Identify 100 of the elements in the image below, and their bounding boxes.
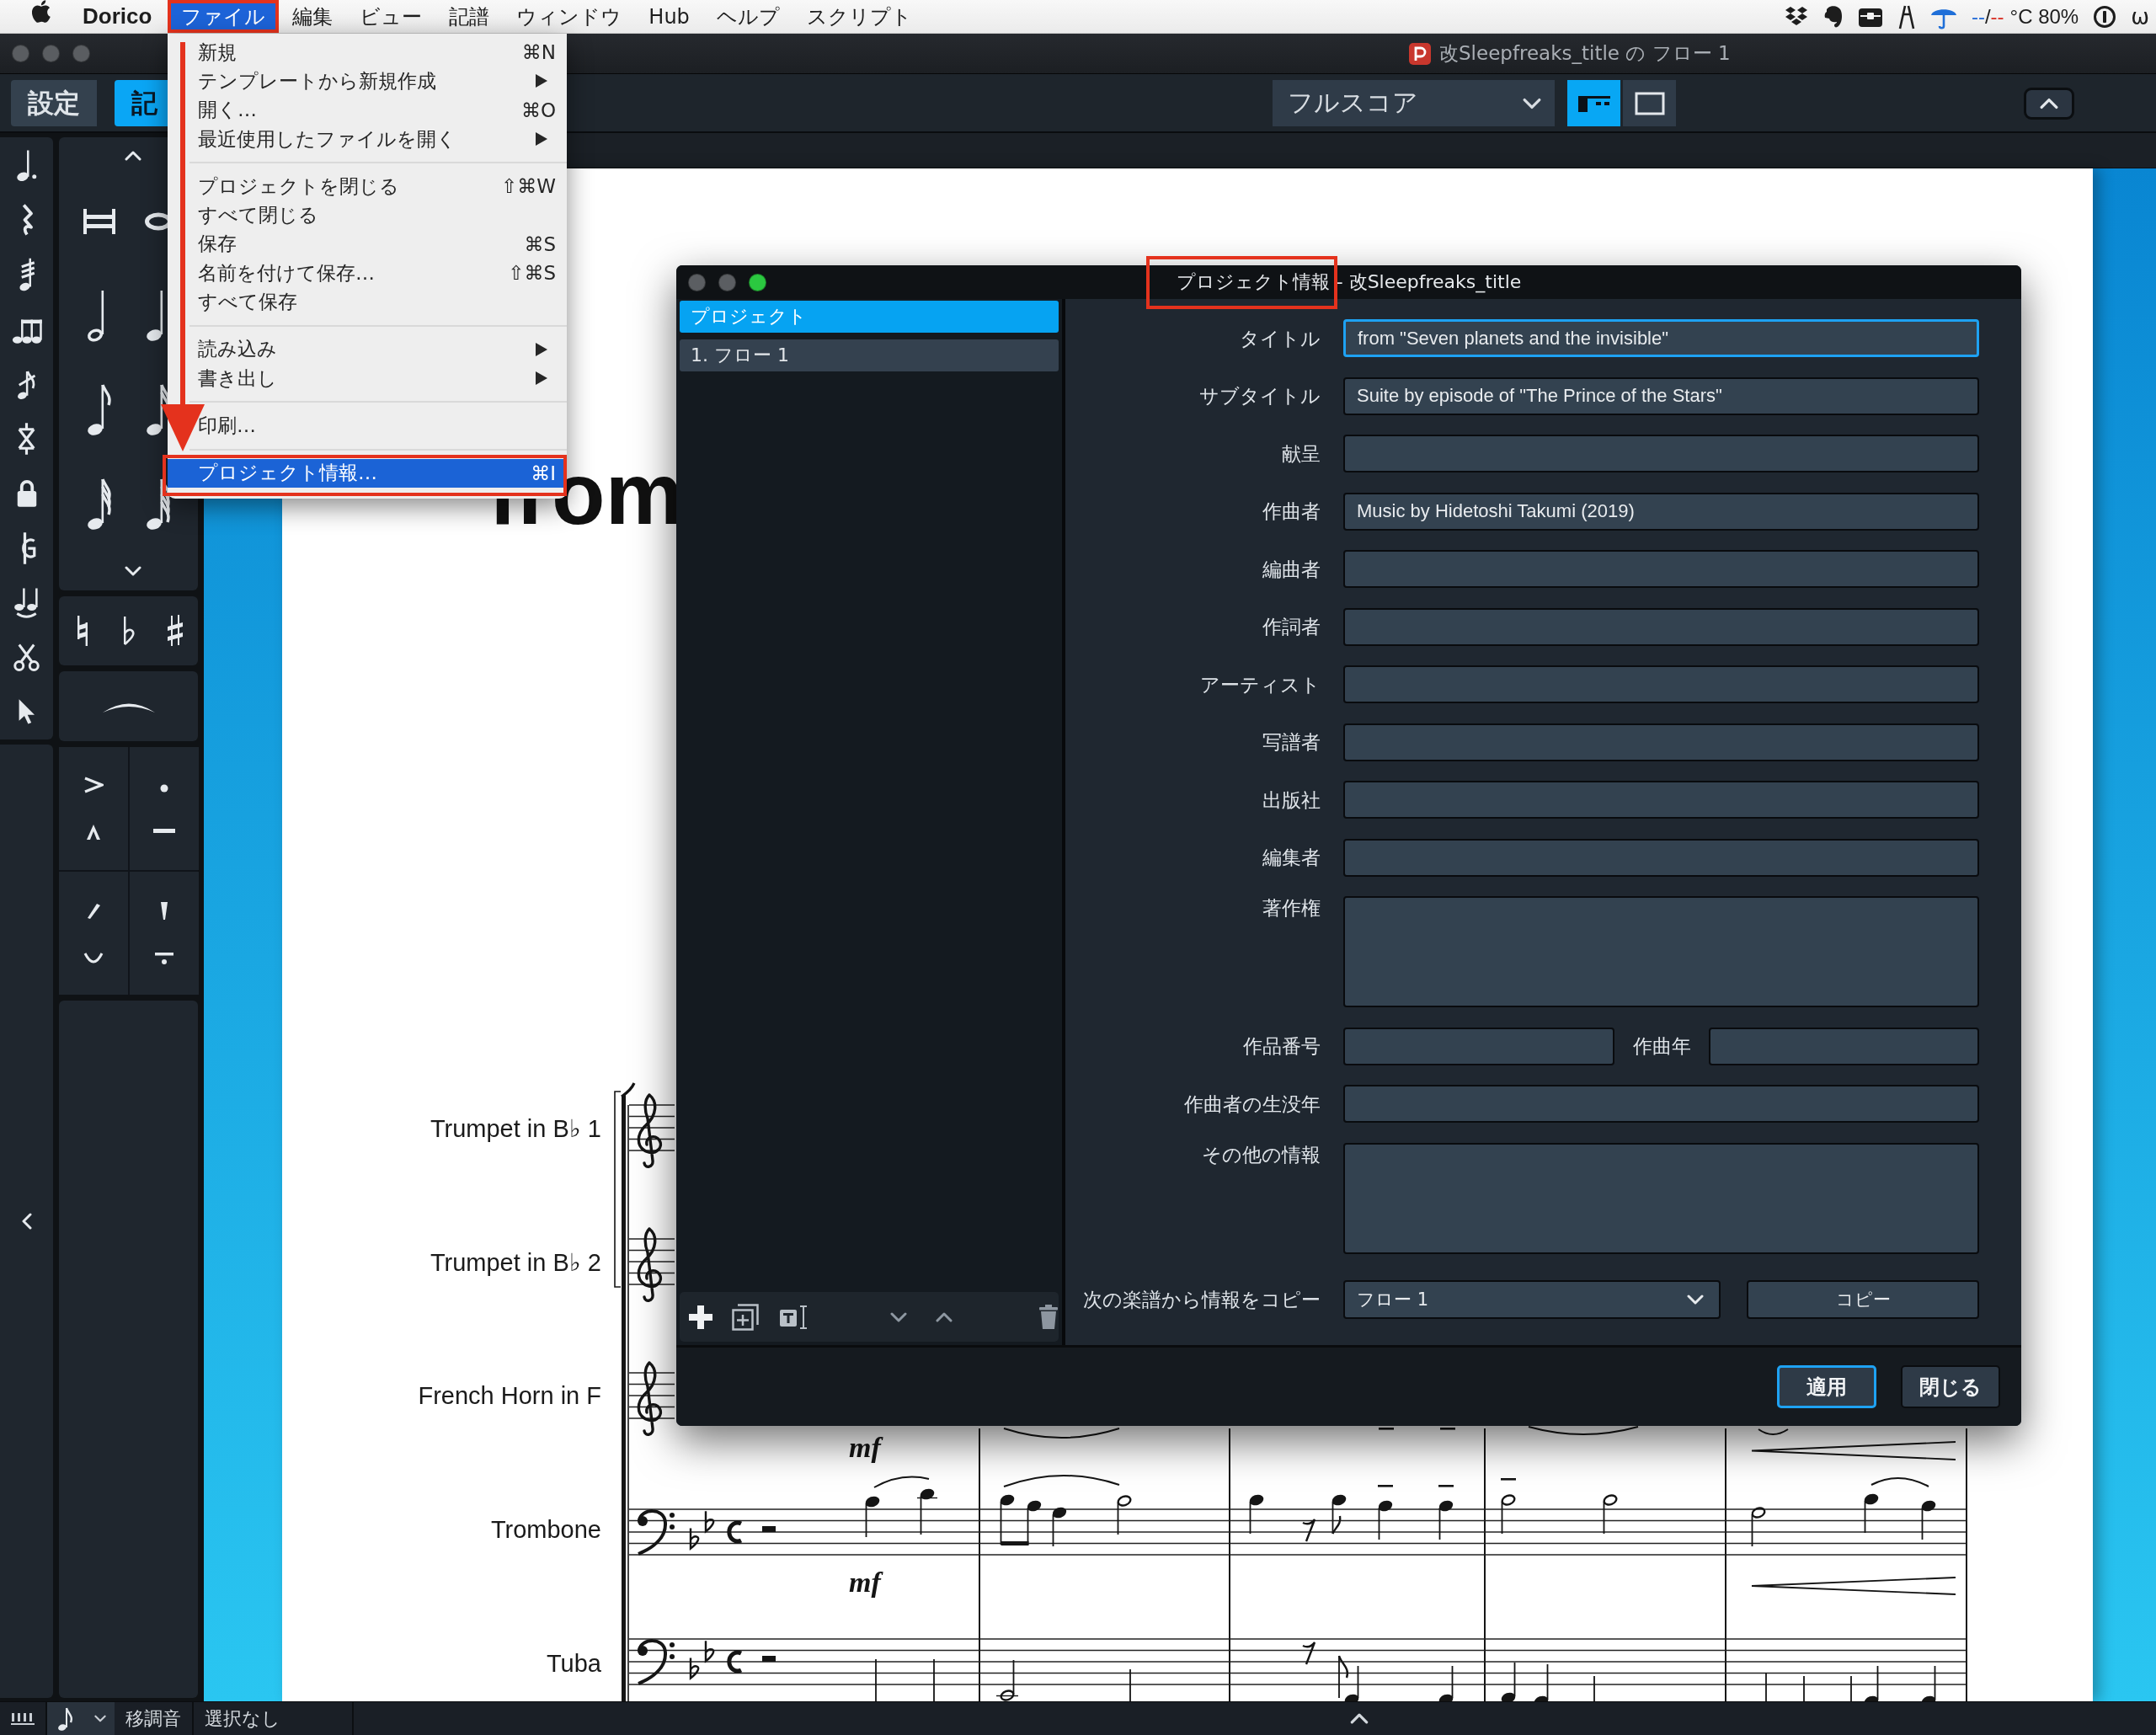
view-button[interactable] bbox=[1567, 80, 1620, 126]
menu-title[interactable]: スクリプト bbox=[792, 0, 926, 33]
marcato-icon[interactable] bbox=[86, 823, 101, 841]
natural-icon[interactable] bbox=[75, 614, 89, 648]
chevron-left-icon[interactable] bbox=[21, 1213, 32, 1230]
menu-title[interactable]: ヘルプ bbox=[702, 0, 793, 33]
weather-reading: --/-- °C 80% bbox=[1971, 4, 2079, 29]
mode-tab[interactable]: 設定 bbox=[11, 80, 97, 126]
menu-title[interactable]: 記譜 bbox=[435, 0, 504, 33]
tongs-icon[interactable] bbox=[1897, 3, 1916, 29]
tenuto-mark bbox=[1440, 1428, 1455, 1430]
transpose-toggle[interactable]: 移調音 bbox=[125, 1706, 181, 1732]
thirty-second-note-icon[interactable] bbox=[87, 478, 112, 531]
eighth-note-icon[interactable] bbox=[87, 383, 112, 437]
text-field[interactable]: Music by Hidetoshi Takumi (2019) bbox=[1343, 492, 1979, 531]
chevron-up-icon[interactable] bbox=[936, 1311, 953, 1322]
layout-dropdown[interactable]: フルスコア bbox=[1273, 80, 1555, 126]
text-field[interactable] bbox=[1343, 781, 1979, 819]
text-field[interactable]: Suite by episode of "The Prince of the Stars" bbox=[1343, 376, 1979, 415]
menu-item[interactable]: 保存 ⌘S bbox=[168, 229, 567, 259]
page-view-icon bbox=[1634, 91, 1665, 115]
keyhole-icon[interactable] bbox=[2093, 4, 2117, 29]
flat-icon[interactable] bbox=[121, 616, 136, 646]
list-item[interactable]: 1. フロー 1 bbox=[680, 339, 1059, 371]
staccato-icon[interactable] bbox=[160, 783, 168, 793]
wedge-icon[interactable] bbox=[87, 903, 100, 921]
sharp-icon[interactable] bbox=[166, 614, 184, 648]
zoom-button[interactable] bbox=[749, 273, 766, 291]
breve-icon[interactable] bbox=[83, 207, 116, 236]
text-field[interactable] bbox=[1709, 1027, 1979, 1065]
text-field[interactable] bbox=[1343, 607, 1979, 646]
dialog-button[interactable]: 閉じる bbox=[1901, 1365, 2000, 1408]
collapse-button[interactable] bbox=[2024, 87, 2074, 120]
text-field[interactable] bbox=[1343, 838, 1979, 877]
field-label: タイトル bbox=[1240, 326, 1321, 350]
chevron-up-icon bbox=[2040, 97, 2058, 109]
keyboard-shortcut: ⌘N bbox=[521, 41, 556, 64]
plus-icon[interactable] bbox=[688, 1304, 713, 1330]
app-menu[interactable]: Dorico bbox=[83, 3, 152, 29]
note-value-button[interactable] bbox=[47, 1702, 115, 1735]
field-label: 編集者 bbox=[1262, 846, 1321, 869]
menu-item[interactable]: すべて保存 bbox=[168, 287, 567, 317]
tremolo-icon[interactable] bbox=[18, 256, 35, 292]
menu-item[interactable]: すべて閉じる bbox=[168, 200, 567, 230]
text-field[interactable] bbox=[1343, 665, 1979, 703]
keyboard-shortcut: ⇧⌘S bbox=[508, 262, 556, 285]
menu-title[interactable]: ビュー bbox=[346, 0, 436, 33]
text-field[interactable] bbox=[1343, 1085, 1979, 1123]
dropdown[interactable]: フロー 1 bbox=[1343, 1280, 1721, 1319]
copy-button[interactable]: コピー bbox=[1747, 1280, 1979, 1319]
field-label: アーティスト bbox=[1200, 672, 1321, 697]
elephant-icon[interactable] bbox=[1822, 4, 1844, 29]
menu-item[interactable]: 名前を付けて保存… ⇧⌘S bbox=[168, 259, 567, 288]
close-button[interactable] bbox=[688, 273, 706, 291]
view-button[interactable] bbox=[1623, 80, 1676, 126]
text-field[interactable] bbox=[1343, 1027, 1614, 1065]
status-item[interactable]: ω bbox=[2131, 3, 2149, 29]
tenuto-icon[interactable] bbox=[153, 829, 175, 834]
menu-title[interactable]: ウィンドウ bbox=[503, 0, 636, 33]
menu-item[interactable]: プロジェクトを閉じる ⇧⌘W bbox=[168, 172, 567, 201]
keyboard-shortcut: ⌘S bbox=[524, 232, 556, 255]
unstress-icon[interactable] bbox=[83, 951, 104, 964]
chevron-down-icon bbox=[1687, 1295, 1704, 1305]
close-button[interactable] bbox=[12, 45, 29, 62]
trash-icon[interactable] bbox=[1038, 1304, 1059, 1330]
menu-item[interactable]: 最近使用したファイルを開く bbox=[168, 124, 567, 154]
menu-item[interactable]: 新規 ⌘N bbox=[168, 38, 567, 67]
menu-item[interactable]: 印刷… bbox=[168, 411, 567, 440]
crossed-lines-icon[interactable] bbox=[16, 421, 37, 456]
menu-title[interactable]: 編集 bbox=[279, 0, 347, 33]
tenuto-mark bbox=[1379, 1428, 1394, 1430]
minimize-button[interactable] bbox=[42, 45, 60, 62]
text-field[interactable] bbox=[1343, 550, 1979, 588]
selection-status: 選択なし bbox=[205, 1706, 280, 1731]
text-tool-icon[interactable] bbox=[779, 1304, 808, 1330]
scissors-icon[interactable] bbox=[13, 643, 40, 672]
menu-title[interactable]: Hub bbox=[635, 0, 703, 33]
apple-icon[interactable] bbox=[32, 0, 51, 23]
add-box-icon[interactable] bbox=[732, 1303, 759, 1331]
keyboard-shortcut: ⌘O bbox=[520, 99, 556, 121]
accent-icon[interactable] bbox=[83, 777, 104, 794]
instrument-name: Trumpet in B♭ 1 bbox=[430, 1113, 601, 1143]
chevron-down-icon[interactable] bbox=[890, 1311, 907, 1322]
text-field[interactable]: from "Seven planets and the invisible" bbox=[1343, 319, 1979, 357]
piano-keys-icon[interactable] bbox=[11, 1711, 35, 1726]
pointer-icon[interactable] bbox=[17, 698, 36, 726]
instrument-name: French Horn in F bbox=[418, 1382, 601, 1410]
menu-item[interactable]: 読み込み bbox=[168, 334, 567, 364]
text-field[interactable] bbox=[1343, 435, 1979, 472]
staccatissimo-icon[interactable] bbox=[160, 901, 168, 922]
menu-item[interactable]: 書き出し bbox=[168, 363, 567, 393]
window-title: 改Sleepfreaks_title の フロー 1 bbox=[1439, 41, 1731, 66]
field-label: サブタイトル bbox=[1199, 384, 1321, 408]
field-label: 作曲者 bbox=[1262, 499, 1321, 523]
slur bbox=[1758, 1428, 1789, 1435]
minimize-button[interactable] bbox=[718, 273, 736, 291]
tenuto-dot-icon[interactable] bbox=[154, 951, 174, 965]
text-field[interactable] bbox=[1343, 723, 1979, 761]
dialog-button[interactable]: 適用 bbox=[1777, 1365, 1876, 1408]
app-icon bbox=[1409, 42, 1431, 65]
